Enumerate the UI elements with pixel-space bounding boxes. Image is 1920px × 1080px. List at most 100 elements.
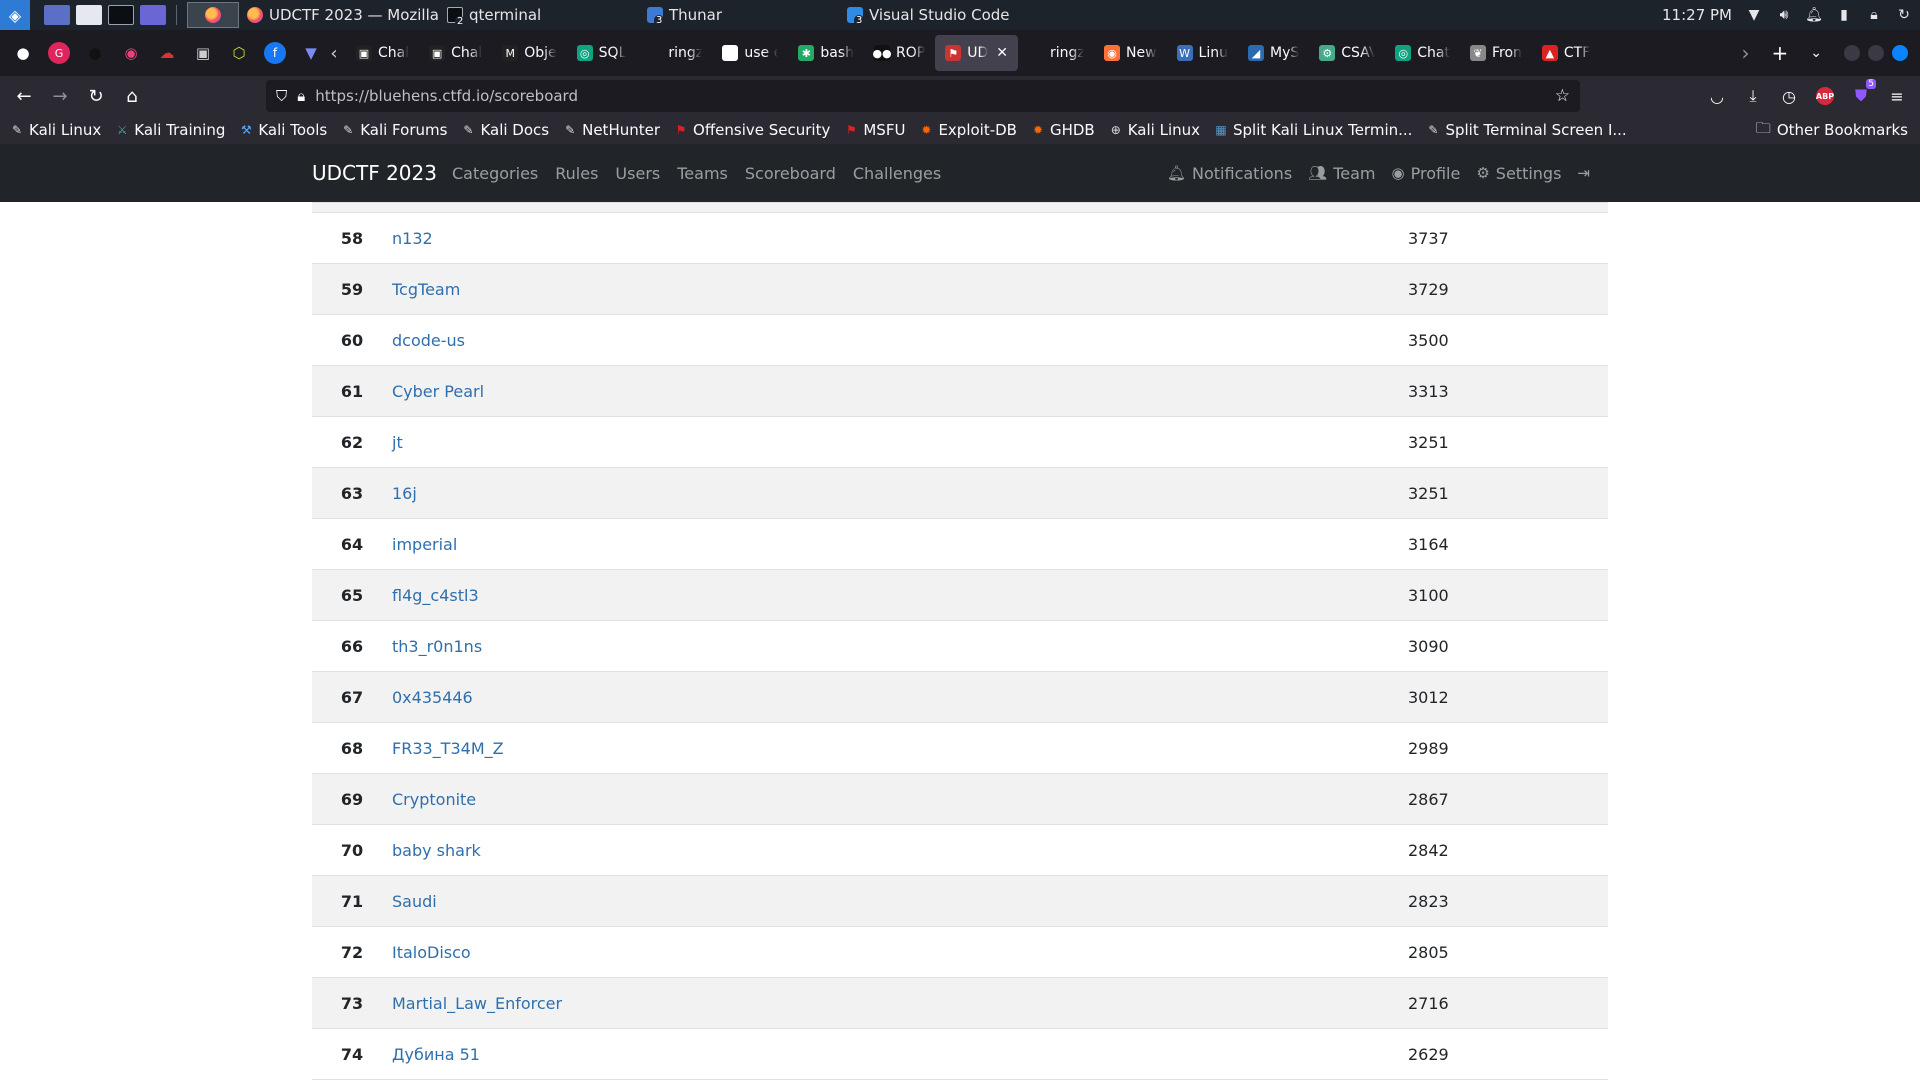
bookmark-item[interactable]: ▦ Split Kali Linux Termin... bbox=[1214, 121, 1412, 139]
nav-team[interactable]: 👥︎ Team bbox=[1308, 164, 1375, 183]
browser-tab[interactable]: ▣ Chal bbox=[419, 35, 492, 71]
minimize-button[interactable] bbox=[1844, 45, 1860, 61]
extension-icon[interactable]: ⛊ 5 bbox=[1852, 79, 1876, 105]
notification-bell-icon[interactable]: 🔔︎ bbox=[1805, 7, 1823, 23]
close-window-button[interactable] bbox=[1892, 45, 1908, 61]
team-link[interactable]: baby shark bbox=[392, 841, 481, 860]
other-bookmarks[interactable]: 🗀 Other Bookmarks bbox=[1756, 116, 1908, 144]
team-link[interactable]: FR33_T34M_Z bbox=[392, 739, 504, 758]
site-brand[interactable]: UDCTF 2023 bbox=[312, 144, 437, 202]
team-link[interactable]: imperial bbox=[392, 535, 457, 554]
pinned-tab-icon[interactable]: ● bbox=[84, 42, 106, 64]
clock[interactable]: 11:27 PM bbox=[1662, 6, 1732, 24]
browser-tab[interactable]: ⚑ UD ✕ bbox=[935, 35, 1018, 71]
scroll-tabs-left-icon[interactable]: ‹ bbox=[322, 43, 346, 64]
scroll-tabs-right-icon[interactable]: › bbox=[1742, 41, 1750, 65]
nav-users[interactable]: Users bbox=[615, 164, 660, 183]
nav-categories[interactable]: Categories bbox=[452, 164, 538, 183]
terminal-icon[interactable] bbox=[108, 5, 134, 25]
kali-menu-icon[interactable]: ◈ bbox=[0, 0, 30, 30]
nav-profile[interactable]: ◉ Profile bbox=[1392, 164, 1461, 183]
browser-tab[interactable]: ◉ New bbox=[1094, 35, 1167, 71]
nav-settings[interactable]: ⚙ Settings bbox=[1476, 164, 1561, 183]
reload-button[interactable]: ↻ bbox=[78, 80, 114, 112]
volume-icon[interactable]: 🔊︎ bbox=[1776, 7, 1792, 23]
browser-tab[interactable]: ◢ MyS bbox=[1238, 35, 1309, 71]
maximize-button[interactable] bbox=[1868, 45, 1884, 61]
bookmark-item[interactable]: ✎ Kali Linux bbox=[10, 121, 101, 139]
bookmark-item[interactable]: ✎ Split Terminal Screen I... bbox=[1426, 121, 1626, 139]
forward-button[interactable]: → bbox=[42, 80, 78, 112]
address-bar[interactable]: ⛉ 🔒︎ https://bluehens.ctfd.io/scoreboard… bbox=[266, 80, 1580, 112]
browser-tab[interactable]: ▣ Chal bbox=[346, 35, 419, 71]
team-link[interactable]: ItaloDisco bbox=[392, 943, 471, 962]
team-link[interactable]: n132 bbox=[392, 229, 433, 248]
bookmark-item[interactable]: ✹ GHDB bbox=[1031, 121, 1095, 139]
browser-tab[interactable]: ❦ Fron bbox=[1460, 35, 1532, 71]
screen-recorder-icon[interactable] bbox=[140, 5, 166, 25]
pinned-tab-icon[interactable]: ◉ bbox=[120, 42, 142, 64]
pinned-tab-icon[interactable]: ▣ bbox=[192, 42, 214, 64]
wifi-icon[interactable]: ▼ bbox=[1746, 7, 1762, 23]
browser-tab[interactable]: Guse e bbox=[712, 35, 788, 71]
battery-icon[interactable]: ▮ bbox=[1836, 7, 1852, 23]
bookmark-item[interactable]: ⚒ Kali Tools bbox=[239, 121, 327, 139]
browser-tab[interactable]: ✱ bash bbox=[788, 35, 864, 71]
bookmark-item[interactable]: ⚔ Kali Training bbox=[115, 121, 225, 139]
browser-tab[interactable]: M Obje bbox=[492, 35, 566, 71]
power-icon[interactable]: ↻ bbox=[1896, 7, 1912, 23]
url-text[interactable]: https://bluehens.ctfd.io/scoreboard bbox=[315, 87, 578, 105]
pinned-tab-icon[interactable]: ☁ bbox=[156, 42, 178, 64]
bookmark-item[interactable]: ✎ NetHunter bbox=[563, 121, 660, 139]
team-link[interactable]: Cryptonite bbox=[392, 790, 476, 809]
team-link[interactable]: 16j bbox=[392, 484, 417, 503]
bookmark-star-icon[interactable]: ☆ bbox=[1555, 86, 1570, 106]
hackthebox-icon[interactable]: ⬡ bbox=[228, 42, 250, 64]
pocket-icon[interactable]: ◡ bbox=[1708, 87, 1726, 106]
team-link[interactable]: 0x435446 bbox=[392, 688, 473, 707]
tracking-protection-shield-icon[interactable]: ⛉ bbox=[276, 87, 287, 105]
team-link[interactable]: Дубина 51 bbox=[392, 1045, 480, 1064]
bookmark-item[interactable]: ⊕ Kali Linux bbox=[1109, 121, 1200, 139]
bookmark-item[interactable]: ✹ Exploit-DB bbox=[919, 121, 1017, 139]
team-link[interactable]: TcgTeam bbox=[392, 280, 460, 299]
facebook-icon[interactable]: f bbox=[264, 42, 286, 64]
browser-tab[interactable]: ⚙ CSAV bbox=[1309, 35, 1385, 71]
taskbar-window-thunar[interactable]: 3 Thunar bbox=[639, 2, 839, 28]
browser-tab[interactable]: ▲ CTF bbox=[1532, 35, 1600, 71]
nav-challenges[interactable]: Challenges bbox=[853, 164, 941, 183]
lock-icon[interactable]: 🔒︎ bbox=[1866, 7, 1882, 23]
downloads-icon[interactable]: ⤓ bbox=[1744, 86, 1762, 105]
nav-scoreboard[interactable]: Scoreboard bbox=[745, 164, 836, 183]
nav-notifications[interactable]: 🔔︎ Notifications bbox=[1167, 164, 1292, 183]
taskbar-window-qterminal[interactable]: 2 qterminal bbox=[439, 2, 639, 28]
team-link[interactable]: th3_r0n1ns bbox=[392, 637, 482, 656]
history-icon[interactable]: ◷ bbox=[1780, 87, 1798, 106]
bookmark-item[interactable]: ⚑ MSFU bbox=[844, 121, 905, 139]
taskbar-window-firefox[interactable]: UDCTF 2023 — Mozilla ... bbox=[239, 2, 439, 28]
team-link[interactable]: jt bbox=[392, 433, 403, 452]
close-tab-icon[interactable]: ✕ bbox=[996, 45, 1008, 61]
browser-tab[interactable]: ringzer0 bbox=[636, 35, 712, 71]
browser-tab[interactable]: ◎ SQL bbox=[567, 35, 637, 71]
bookmark-item[interactable]: ✎ Kali Forums bbox=[341, 121, 447, 139]
taskbar-window-firefox-icon-button[interactable] bbox=[187, 2, 239, 28]
team-link[interactable]: Saudi bbox=[392, 892, 437, 911]
home-button[interactable]: ⌂ bbox=[114, 80, 150, 112]
browser-tab[interactable]: W Linu bbox=[1167, 35, 1238, 71]
team-link[interactable]: fl4g_c4stl3 bbox=[392, 586, 479, 605]
new-tab-button[interactable]: + bbox=[1772, 41, 1789, 65]
github-icon[interactable]: ● bbox=[12, 42, 34, 64]
nav-teams[interactable]: Teams bbox=[677, 164, 728, 183]
browser-tab[interactable]: ◎ Chat bbox=[1385, 35, 1460, 71]
logout-button[interactable]: ⇥ bbox=[1577, 164, 1590, 182]
browser-tab[interactable]: ringzer0 bbox=[1018, 35, 1094, 71]
team-link[interactable]: dcode-us bbox=[392, 331, 465, 350]
bookmark-item[interactable]: ✎ Kali Docs bbox=[461, 121, 549, 139]
workspace-icon[interactable] bbox=[44, 5, 70, 25]
lock-icon[interactable]: 🔒︎ bbox=[297, 87, 305, 105]
nav-rules[interactable]: Rules bbox=[555, 164, 598, 183]
pinned-tab-icon[interactable]: ▼ bbox=[300, 42, 322, 64]
team-link[interactable]: Martial_Law_Enforcer bbox=[392, 994, 562, 1013]
bookmark-item[interactable]: ⚑ Offensive Security bbox=[674, 121, 831, 139]
